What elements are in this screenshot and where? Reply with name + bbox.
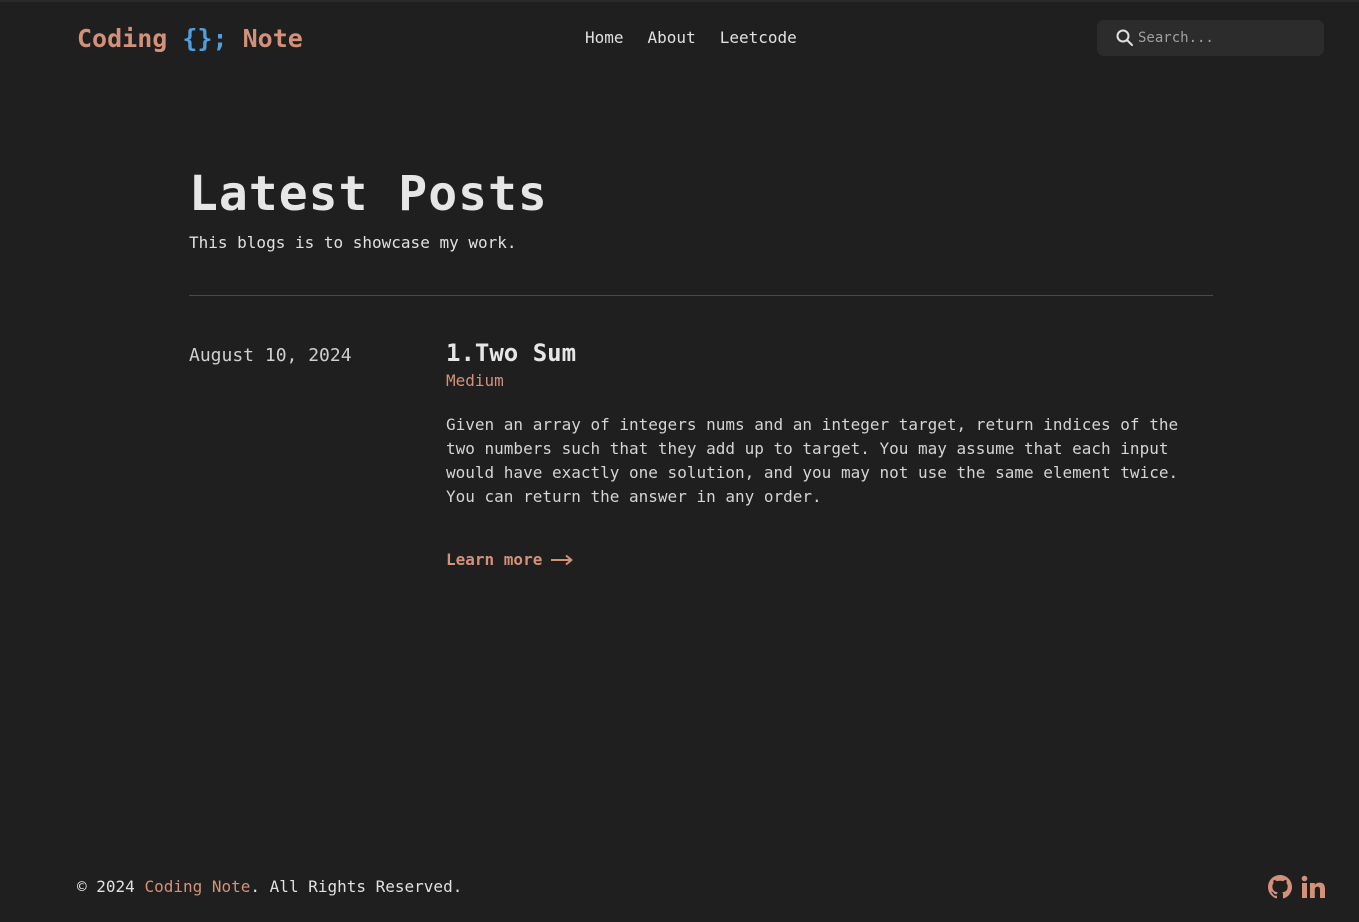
search-input[interactable] [1138,30,1308,46]
social-links [1268,875,1325,899]
page-title: Latest Posts [189,166,548,222]
section-divider [189,295,1213,296]
nav-leetcode[interactable]: Leetcode [720,28,797,47]
logo-suffix: Note [242,24,303,53]
nav-home[interactable]: Home [585,28,624,47]
site-header: Coding {}; Note Home About Leetcode [0,2,1359,78]
copyright: © 2024 Coding Note. All Rights Reserved. [77,877,462,896]
footer-brand-link[interactable]: Coding Note [144,877,250,896]
linkedin-icon [1301,875,1325,898]
copyright-prefix: © 2024 [77,877,135,896]
post-date: August 10, 2024 [189,345,352,366]
logo-braces: {}; [182,24,228,53]
post-title[interactable]: 1.Two Sum [446,339,576,367]
post-difficulty-tag[interactable]: Medium [446,371,504,390]
nav-about[interactable]: About [648,28,696,47]
site-logo[interactable]: Coding {}; Note [77,24,303,53]
post-summary: Given an array of integers nums and an i… [446,415,1179,506]
main-nav: Home About Leetcode [585,28,797,47]
logo-prefix: Coding [77,24,168,53]
arrow-right-icon [551,554,573,565]
search-icon [1116,29,1133,46]
learn-more-label: Learn more [446,550,543,569]
github-link[interactable] [1268,875,1292,899]
copyright-suffix: . All Rights Reserved. [250,877,463,896]
linkedin-link[interactable] [1301,875,1325,899]
github-icon [1268,875,1292,899]
search-box[interactable] [1097,20,1324,56]
page-subtitle: This blogs is to showcase my work. [189,233,517,252]
learn-more-link[interactable]: Learn more [446,550,574,569]
